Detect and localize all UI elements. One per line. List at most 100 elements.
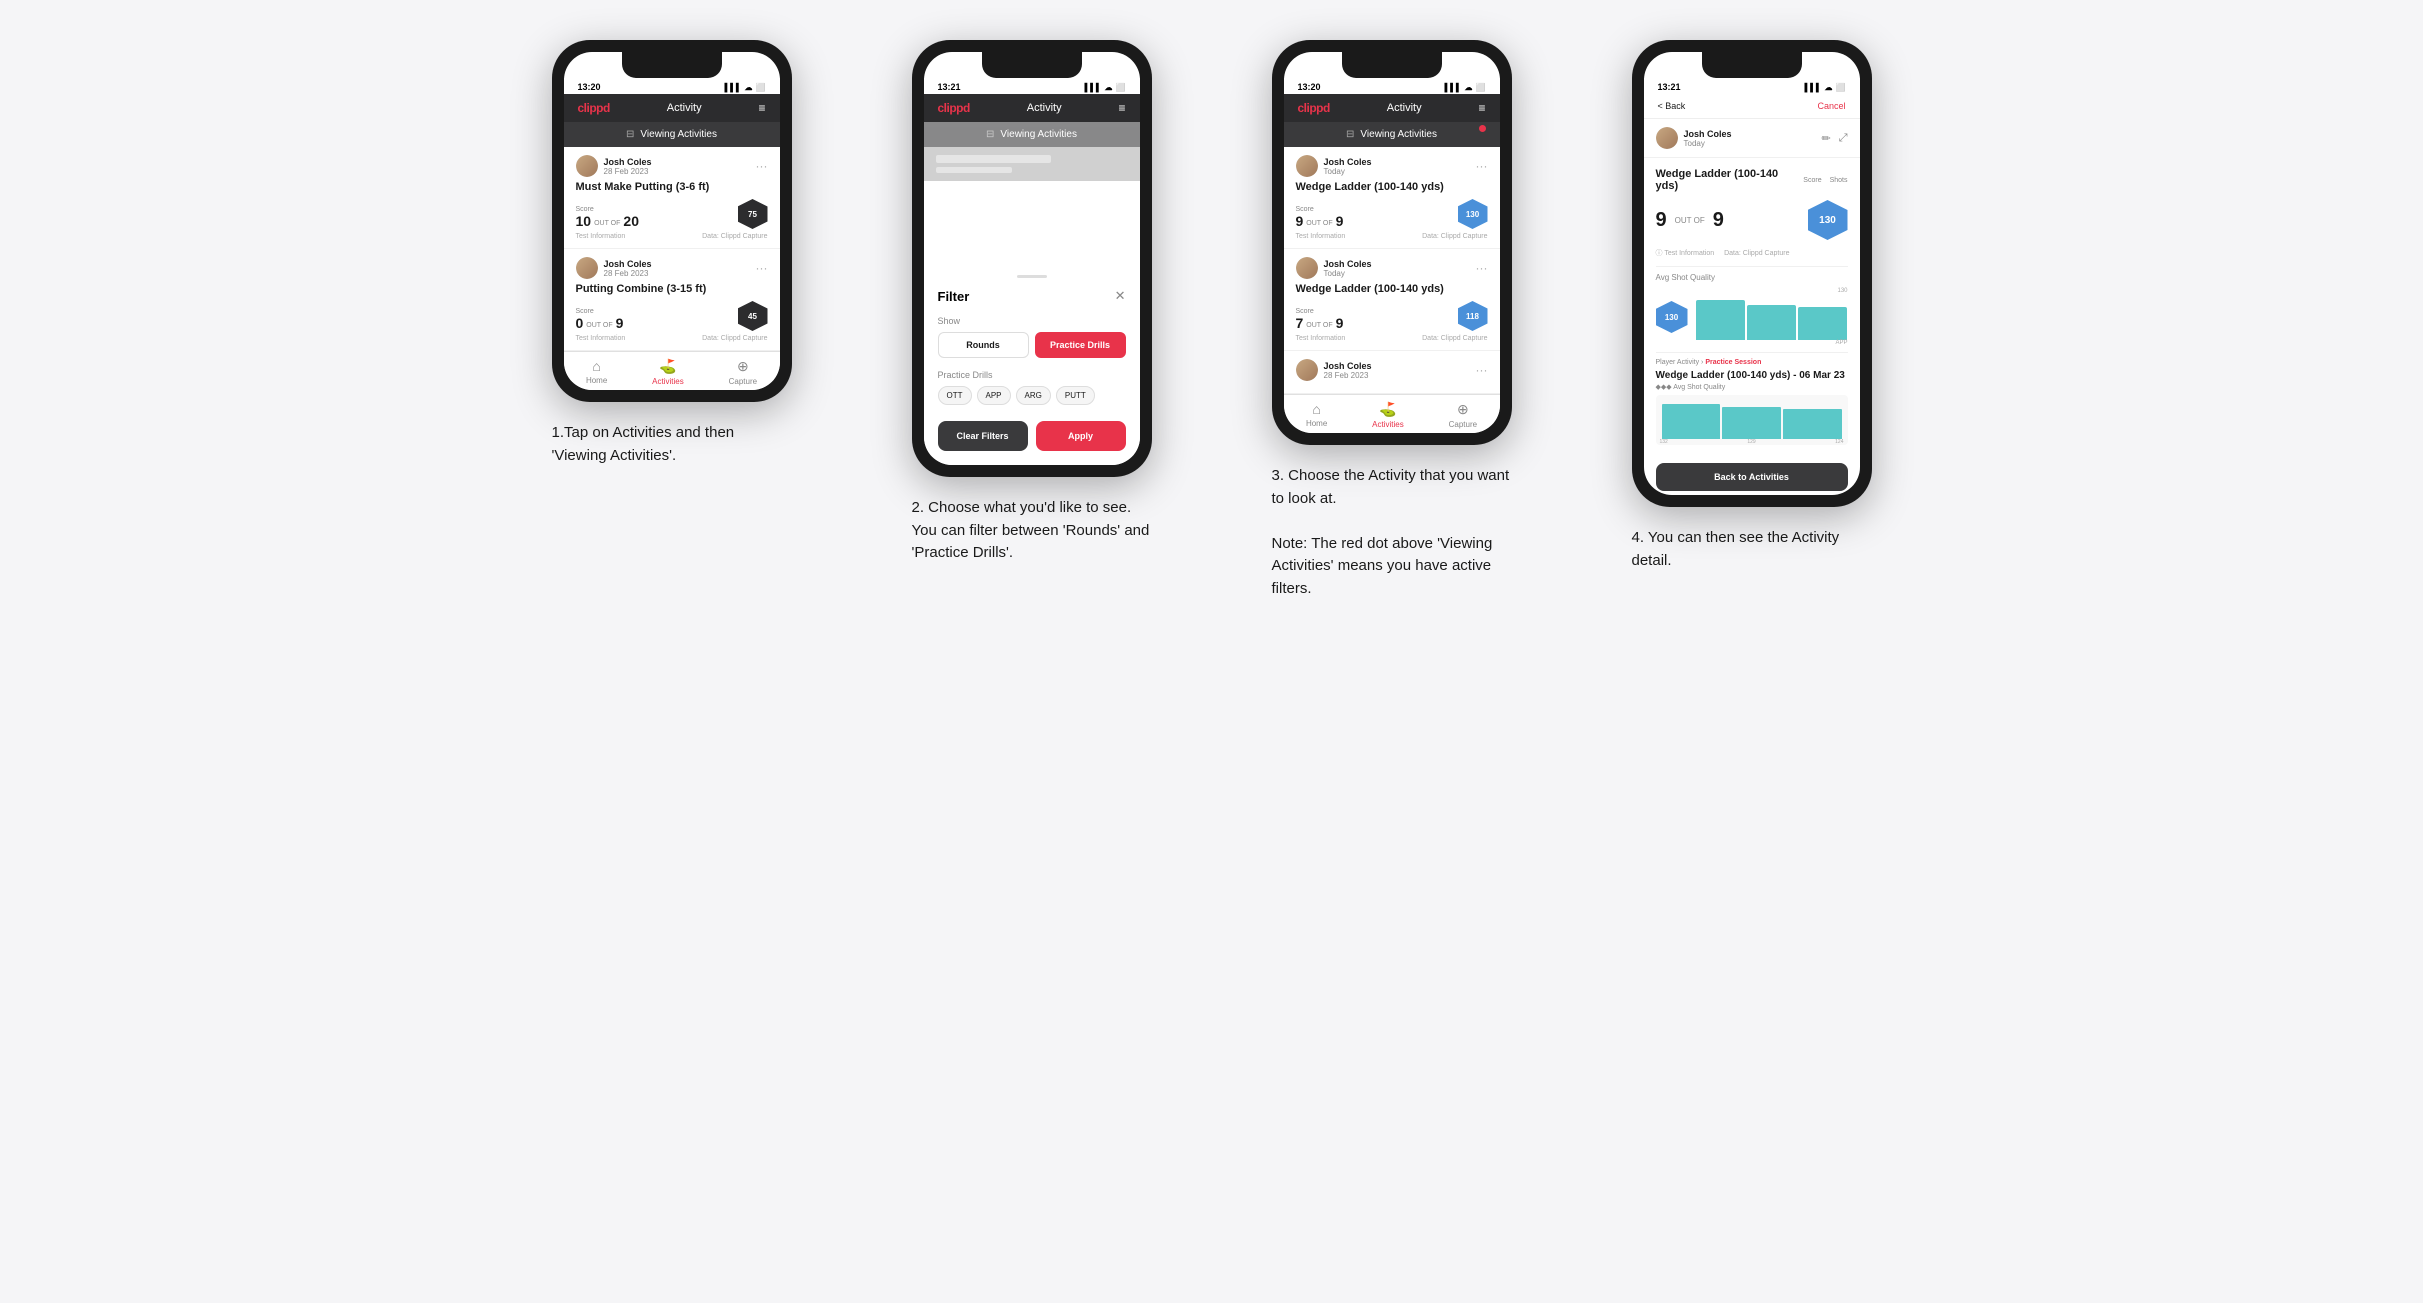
activity-card-1-2[interactable]: Josh Coles 28 Feb 2023 ··· Putting Combi… <box>564 249 780 351</box>
hamburger-icon-3[interactable]: ≡ <box>1478 101 1485 115</box>
step-4-col: 13:21 ▌▌▌ ☁ ⬜ < Back Cancel Josh Co <box>1592 40 1912 572</box>
back-activities-btn-4[interactable]: Back to Activities <box>1656 463 1848 491</box>
mini-chart-4: 132 129 124 <box>1656 395 1848 445</box>
nav-home-3[interactable]: ⌂ Home <box>1306 401 1327 429</box>
user-date-3-3: 28 Feb 2023 <box>1324 371 1372 380</box>
filter-tags-2: OTT APP ARG PUTT <box>938 386 1126 405</box>
activity-card-3-1[interactable]: Josh Coles Today ··· Wedge Ladder (100-1… <box>1284 147 1500 249</box>
tag-putt-2[interactable]: PUTT <box>1056 386 1095 405</box>
app-nav-2: clippd Activity ≡ <box>924 94 1140 122</box>
red-dot-3 <box>1479 125 1486 132</box>
activities-icon-3: ⛳ <box>1379 401 1396 418</box>
status-icons-2: ▌▌▌ ☁ ⬜ <box>1085 83 1126 92</box>
viewing-banner-text-3: Viewing Activities <box>1360 129 1437 140</box>
phone-1-status: 13:20 ▌▌▌ ☁ ⬜ <box>564 78 780 94</box>
outof-3-2: OUT OF <box>1306 322 1332 329</box>
expand-icon-4[interactable]: ⤢ <box>1839 132 1848 145</box>
viewing-banner-2[interactable]: ⊟ Viewing Activities <box>924 122 1140 147</box>
drill-detail-sub-4: ◆◆◆ Avg Shot Quality <box>1656 383 1848 391</box>
rounds-btn-2[interactable]: Rounds <box>938 332 1029 358</box>
nav-activities-1[interactable]: ⛳ Activities <box>652 358 684 386</box>
user-info-3-2: Josh Coles Today <box>1324 259 1372 278</box>
phone-3-notch <box>1342 52 1442 78</box>
card-footer-1-1: Test Information Data: Clippd Capture <box>576 233 768 240</box>
app-logo-3: clippd <box>1298 101 1330 115</box>
shots-val-1-1: 20 <box>623 213 639 229</box>
score-val-1-1: 10 <box>576 213 592 229</box>
card-user-1-1: Josh Coles 28 Feb 2023 <box>576 155 652 177</box>
time-2: 13:21 <box>938 82 961 92</box>
phone-3-status: 13:20 ▌▌▌ ☁ ⬜ <box>1284 78 1500 94</box>
step-3-text: 3. Choose the Activity that you want to … <box>1272 465 1512 600</box>
sq-badge-big-4: 130 <box>1808 200 1848 240</box>
card-title-1-1: Must Make Putting (3-6 ft) <box>576 181 768 193</box>
card-header-3-3: Josh Coles 28 Feb 2023 ··· <box>1296 359 1488 381</box>
hamburger-icon-1[interactable]: ≡ <box>758 101 765 115</box>
apply-btn-2[interactable]: Apply <box>1036 421 1126 451</box>
dots-menu-1-2[interactable]: ··· <box>756 261 768 275</box>
step-1-col: 13:20 ▌▌▌ ☁ ⬜ clippd Activity ≡ ⊟ Viewin… <box>512 40 832 467</box>
edit-icon-4[interactable]: ✏ <box>1821 132 1830 145</box>
tag-app-2[interactable]: APP <box>977 386 1011 405</box>
avg-sq-label-4: Avg Shot Quality <box>1656 273 1848 282</box>
score-label-4: Score <box>1803 177 1821 184</box>
card-header-3-1: Josh Coles Today ··· <box>1296 155 1488 177</box>
filter-header-2: Filter ✕ <box>938 288 1126 304</box>
practice-btn-2[interactable]: Practice Drills <box>1035 332 1126 358</box>
score-group-1-1: Score 10 OUT OF 20 <box>576 206 639 229</box>
card-footer-1-2: Test Information Data: Clippd Capture <box>576 335 768 342</box>
time-3: 13:20 <box>1298 82 1321 92</box>
nav-home-1[interactable]: ⌂ Home <box>586 358 607 386</box>
filter-close-2[interactable]: ✕ <box>1115 288 1126 304</box>
practice-label-4: Player Activity › Practice Session <box>1656 359 1848 366</box>
tag-arg-2[interactable]: ARG <box>1016 386 1051 405</box>
filter-title-2: Filter <box>938 289 970 304</box>
phone-1-notch <box>622 52 722 78</box>
phone-1: 13:20 ▌▌▌ ☁ ⬜ clippd Activity ≡ ⊟ Viewin… <box>552 40 792 402</box>
bar-2-4 <box>1747 305 1796 340</box>
user-date-1-1: 28 Feb 2023 <box>604 167 652 176</box>
capture-icon-1: ⊕ <box>737 358 749 375</box>
app-nav-3: clippd Activity ≡ <box>1284 94 1500 122</box>
back-btn-4[interactable]: < Back <box>1658 101 1686 111</box>
test-info-4: ⓘ Test Information Data: Clippd Capture <box>1656 248 1848 258</box>
nav-capture-1[interactable]: ⊕ Capture <box>729 358 757 386</box>
tag-ott-2[interactable]: OTT <box>938 386 972 405</box>
step-3-line1: 3. Choose the Activity that you want to … <box>1272 465 1512 510</box>
step-3-col: 13:20 ▌▌▌ ☁ ⬜ clippd Activity ≡ ⊟ Viewin… <box>1232 40 1552 600</box>
activity-card-1-1[interactable]: Josh Coles 28 Feb 2023 ··· Must Make Put… <box>564 147 780 249</box>
user-info-3-3: Josh Coles 28 Feb 2023 <box>1324 361 1372 380</box>
clear-filters-btn-2[interactable]: Clear Filters <box>938 421 1028 451</box>
score-label-1-1: Score <box>576 206 639 213</box>
viewing-banner-1[interactable]: ⊟ Viewing Activities <box>564 122 780 147</box>
dots-menu-3-2[interactable]: ··· <box>1476 261 1488 275</box>
status-icons-3: ▌▌▌ ☁ ⬜ <box>1445 83 1486 92</box>
app-logo-2: clippd <box>938 101 970 115</box>
sq-badge-3-1: 130 <box>1458 199 1488 229</box>
user-info-1-1: Josh Coles 28 Feb 2023 <box>604 157 652 176</box>
divider-4-1 <box>1656 266 1848 267</box>
dots-menu-3-1[interactable]: ··· <box>1476 159 1488 173</box>
step-2-col: 13:21 ▌▌▌ ☁ ⬜ clippd Activity ≡ ⊟ Viewin… <box>872 40 1192 565</box>
chart-container-4: 130 130 APP <box>1656 288 1848 346</box>
outof-4: OUT OF <box>1675 216 1705 225</box>
card-header-3-2: Josh Coles Today ··· <box>1296 257 1488 279</box>
drill-detail-title-4: Wedge Ladder (100-140 yds) - 06 Mar 23 <box>1656 370 1848 381</box>
test-info-1-2: Test Information <box>576 335 626 342</box>
dots-menu-1-1[interactable]: ··· <box>756 159 768 173</box>
activity-card-3-2[interactable]: Josh Coles Today ··· Wedge Ladder (100-1… <box>1284 249 1500 351</box>
nav-capture-3[interactable]: ⊕ Capture <box>1449 401 1477 429</box>
nav-activities-3[interactable]: ⛳ Activities <box>1372 401 1404 429</box>
status-icons-1: ▌▌▌ ☁ ⬜ <box>725 83 766 92</box>
cancel-btn-4[interactable]: Cancel <box>1817 101 1845 111</box>
dots-menu-3-3[interactable]: ··· <box>1476 363 1488 377</box>
activity-card-3-3[interactable]: Josh Coles 28 Feb 2023 ··· <box>1284 351 1500 394</box>
avatar-1-1 <box>576 155 598 177</box>
phone-4-screen: 13:21 ▌▌▌ ☁ ⬜ < Back Cancel Josh Co <box>1644 52 1860 495</box>
viewing-banner-3[interactable]: ⊟ Viewing Activities <box>1284 122 1500 147</box>
filter-toggle-2: Rounds Practice Drills <box>938 332 1126 358</box>
filter-icon-3: ⊟ <box>1346 129 1354 140</box>
sq-badge-3-2: 118 <box>1458 301 1488 331</box>
phone-4: 13:21 ▌▌▌ ☁ ⬜ < Back Cancel Josh Co <box>1632 40 1872 507</box>
hamburger-icon-2[interactable]: ≡ <box>1118 101 1125 115</box>
